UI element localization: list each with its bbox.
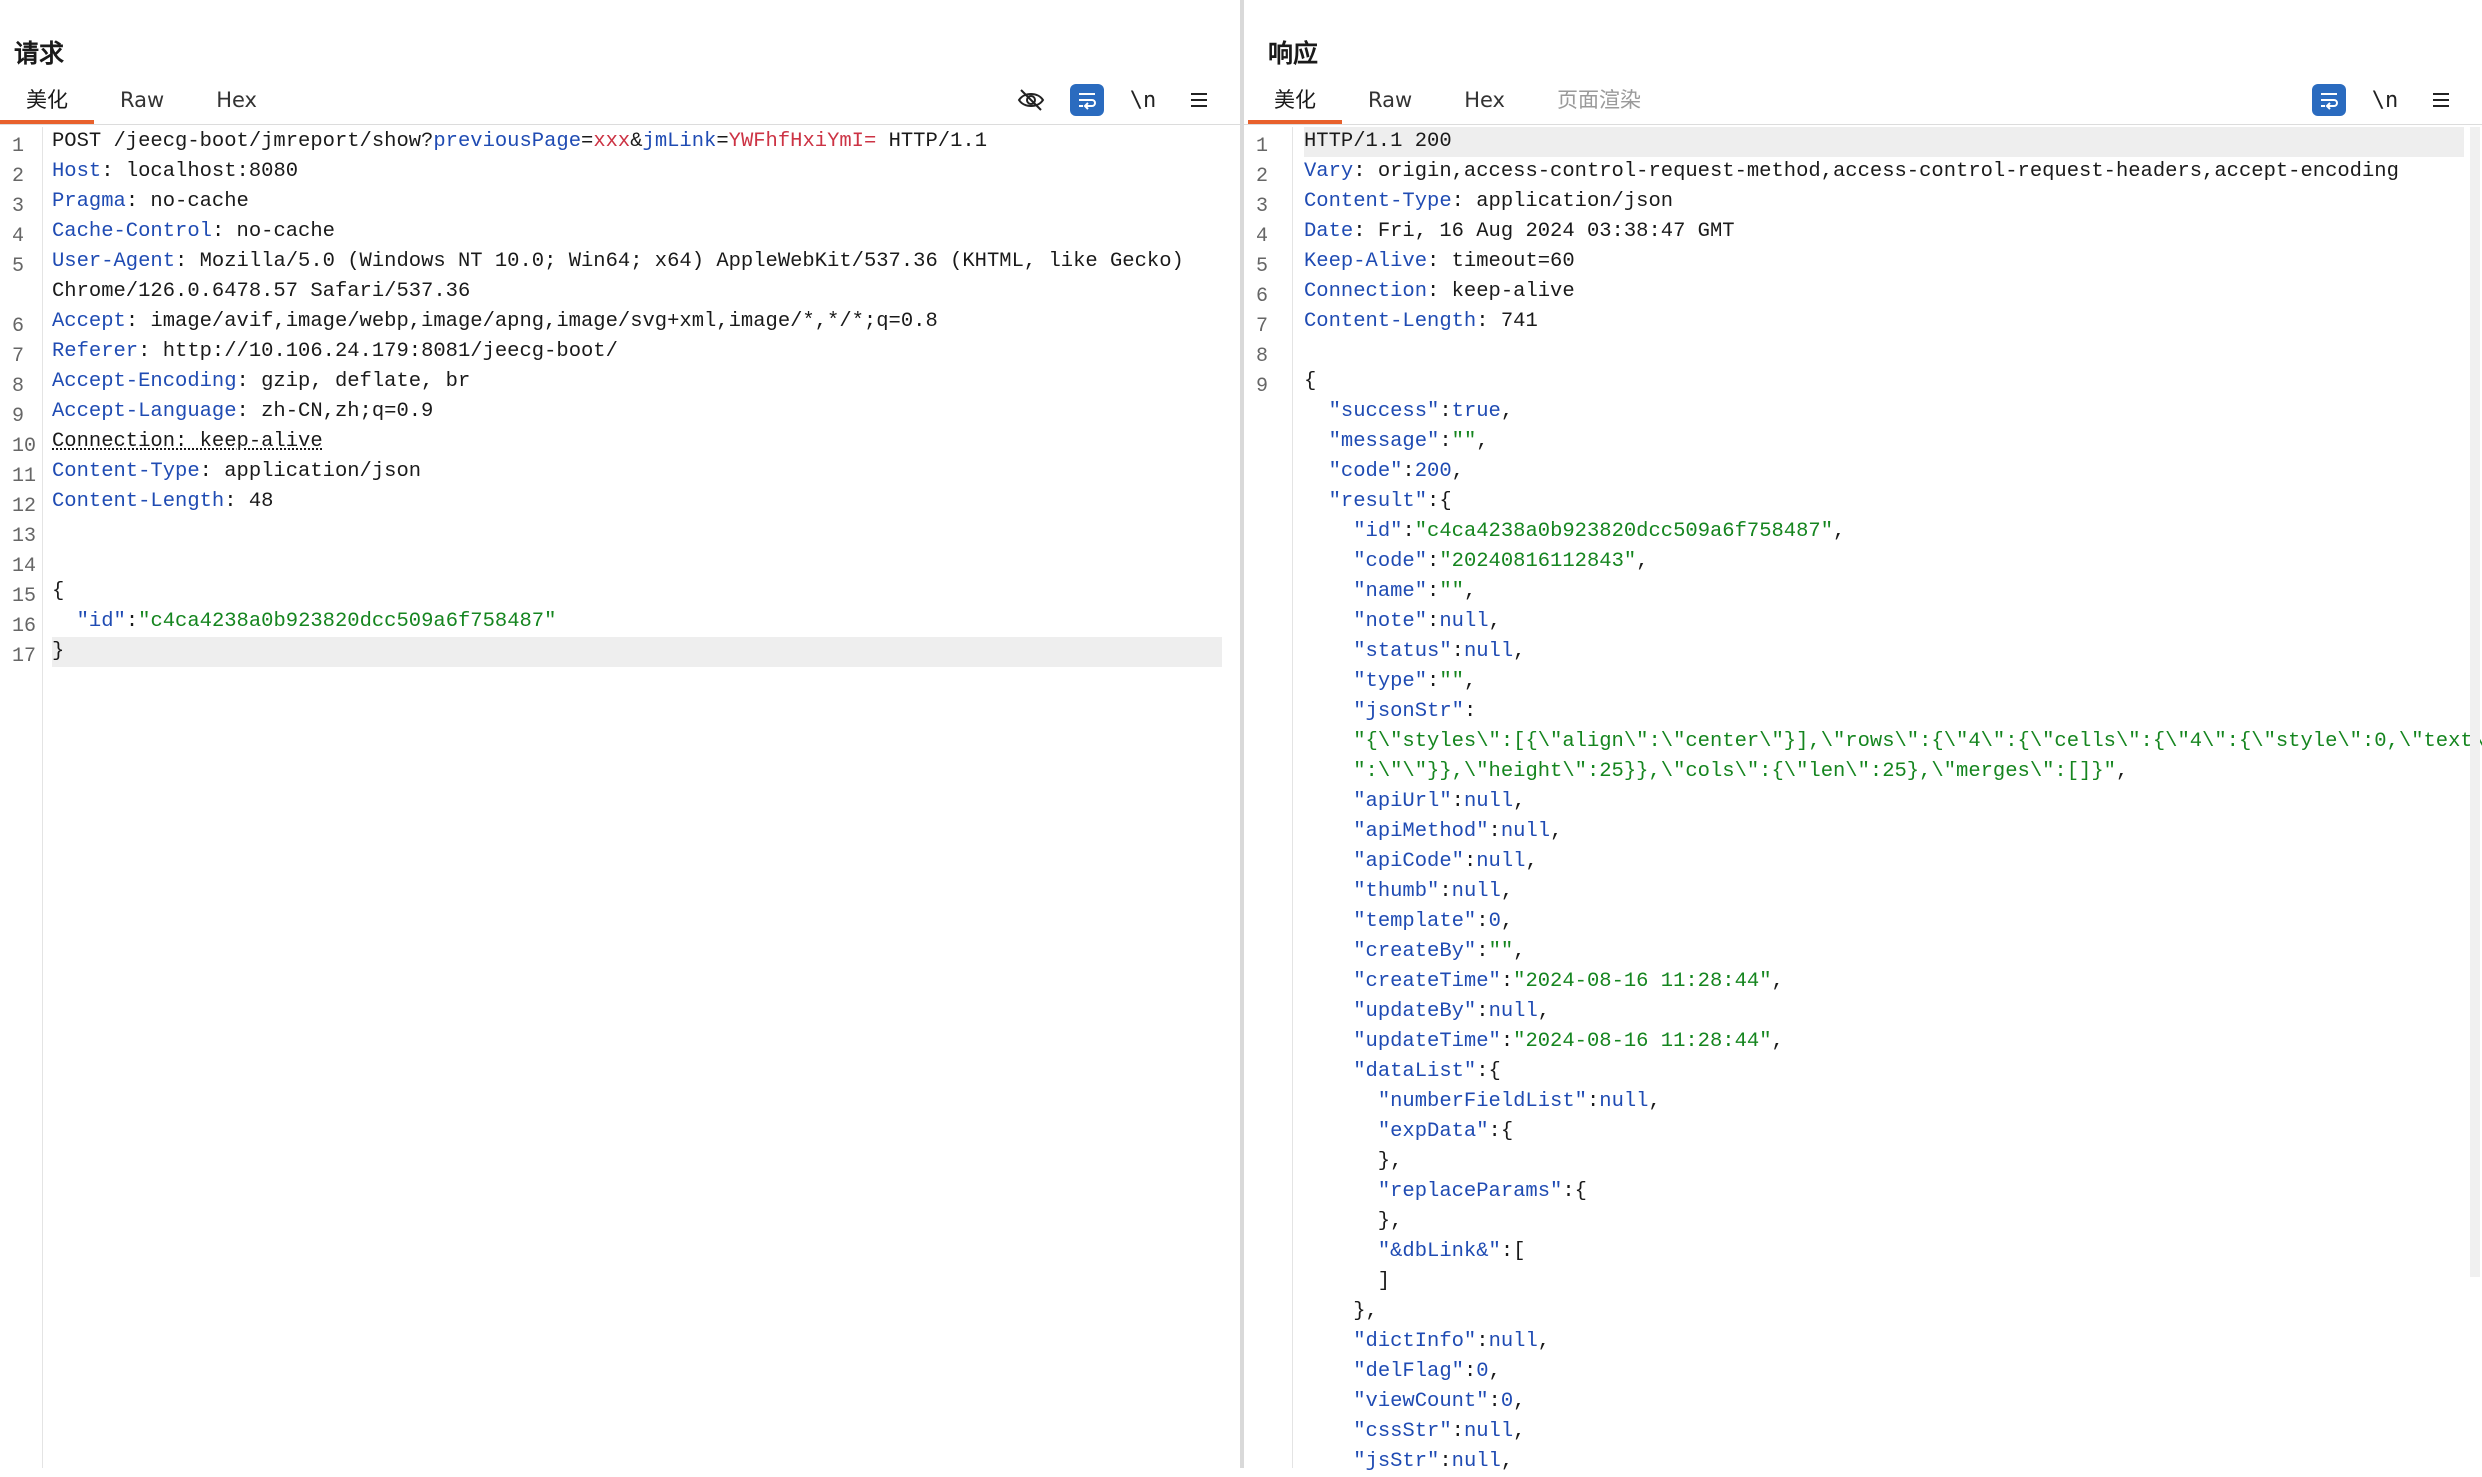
response-line: }, (1304, 1150, 1403, 1173)
response-line: ] (1304, 1270, 1391, 1293)
response-line: "jsStr":null, (1353, 1450, 1514, 1473)
response-line: "viewCount":0, (1353, 1390, 1526, 1413)
response-line: "replaceParams":{ (1377, 1180, 1587, 1203)
response-line: "code":"20240816112843", (1353, 550, 1649, 573)
response-title: 响应 (1268, 39, 1319, 68)
response-line: "&dbLink&":[ (1377, 1240, 1526, 1263)
response-line: "createTime":"2024-08-16 11:28:44", (1353, 970, 1784, 993)
request-line: Accept-Encoding: gzip, deflate, br (52, 370, 471, 393)
request-tabs: 美化 Raw Hex (0, 80, 283, 124)
response-line: "jsonStr": (1353, 700, 1477, 723)
menu-icon[interactable] (2424, 84, 2458, 116)
response-line: "id":"c4ca4238a0b923820dcc509a6f758487", (1353, 520, 1846, 543)
response-line: "message":"", (1328, 430, 1489, 453)
response-editor[interactable]: 1 2 3 4 5 6 7 8 9 HTTP/1.1 200 Vary: ori… (1244, 127, 2482, 1473)
response-line: "dataList":{ (1353, 1060, 1501, 1083)
hide-icon[interactable] (1014, 84, 1048, 116)
response-line: "note":null, (1353, 610, 1501, 633)
response-line: "success":true, (1328, 400, 1514, 423)
response-line: "type":"", (1353, 670, 1477, 693)
newline-toggle[interactable]: \n (2368, 84, 2402, 116)
response-scrollbar[interactable] (2470, 127, 2480, 1277)
request-title: 请求 (14, 39, 65, 68)
response-line: "expData":{ (1377, 1120, 1514, 1143)
request-line: Pragma: no-cache (52, 190, 249, 213)
response-line: Vary: origin,access-control-request-meth… (1304, 160, 2399, 183)
response-line: "name":"", (1353, 580, 1477, 603)
response-line: "numberFieldList":null, (1377, 1090, 1661, 1113)
request-line: Referer: http://10.106.24.179:8081/jeecg… (52, 340, 618, 363)
response-tab-divider (1244, 124, 2482, 125)
request-line: { (52, 580, 65, 603)
response-line: }, (1304, 1300, 1378, 1323)
response-line: }, (1304, 1210, 1403, 1233)
response-line: ":\"\"}},\"height\":25}},\"cols\":{\"len… (1353, 760, 2129, 783)
newline-toggle[interactable]: \n (1126, 84, 1160, 116)
request-editor[interactable]: 1 2 3 4 5 6 7 8 9 10 11 12 13 14 15 16 1… (0, 127, 1240, 1468)
response-tabs: 美化 Raw Hex 页面渲染 (1248, 80, 1667, 124)
request-toolbar: \n (1014, 80, 1216, 120)
response-line: "apiCode":null, (1353, 850, 1538, 873)
response-line: "result":{ (1328, 490, 1452, 513)
response-line: Content-Length: 741 (1304, 310, 1538, 333)
response-tab-raw[interactable]: Raw (1342, 80, 1438, 120)
request-line: Content-Type: application/json (52, 460, 422, 483)
response-tab-render[interactable]: 页面渲染 (1531, 80, 1667, 120)
response-line: "dictInfo":null, (1353, 1330, 1551, 1353)
request-line: User-Agent: Mozilla/5.0 (Windows NT 10.0… (52, 250, 1184, 273)
response-toolbar: \n (2312, 80, 2458, 120)
response-line: { (1304, 370, 1317, 393)
response-pane: 响应 美化 Raw Hex 页面渲染 \n 1 2 3 4 5 6 7 8 9 … (1244, 0, 2482, 1473)
request-gutter: 1 2 3 4 5 6 7 8 9 10 11 12 13 14 15 16 1… (0, 127, 43, 1468)
request-line: "id":"c4ca4238a0b923820dcc509a6f758487" (76, 610, 557, 633)
response-line: "status":null, (1353, 640, 1526, 663)
response-line: "createBy":"", (1353, 940, 1526, 963)
response-line: "{\"styles\":[{\"align\":\"center\"}],\"… (1353, 730, 2482, 753)
request-line: Accept-Language: zh-CN,zh;q=0.9 (52, 400, 434, 423)
request-line: Chrome/126.0.6478.57 Safari/537.36 (52, 280, 471, 303)
request-tab-raw[interactable]: Raw (94, 80, 190, 120)
request-line: POST /jeecg-boot/jmreport/show?previousP… (52, 130, 987, 153)
response-line: Keep-Alive: timeout=60 (1304, 250, 1575, 273)
response-line: "cssStr":null, (1353, 1420, 1526, 1443)
response-gutter: 1 2 3 4 5 6 7 8 9 (1244, 127, 1293, 1468)
request-tab-pretty[interactable]: 美化 (0, 80, 94, 124)
wrap-icon[interactable] (2312, 84, 2346, 116)
response-line: "template":0, (1353, 910, 1514, 933)
response-tab-hex[interactable]: Hex (1438, 80, 1531, 120)
response-line: Content-Type: application/json (1304, 190, 1674, 213)
response-line: "updateBy":null, (1353, 1000, 1551, 1023)
request-line-current: } (52, 637, 1222, 667)
response-line: "apiUrl":null, (1353, 790, 1526, 813)
response-line: HTTP/1.1 200 (1304, 127, 2464, 157)
response-line: "updateTime":"2024-08-16 11:28:44", (1353, 1030, 1784, 1053)
request-line: Connection: keep-alive (52, 430, 323, 453)
request-pane: 请求 美化 Raw Hex \n 1 2 3 4 5 6 7 8 9 10 11 (0, 0, 1240, 1468)
response-line: "thumb":null, (1353, 880, 1514, 903)
request-line: Cache-Control: no-cache (52, 220, 335, 243)
response-line: "code":200, (1328, 460, 1464, 483)
request-line: Host: localhost:8080 (52, 160, 299, 183)
response-line: "delFlag":0, (1353, 1360, 1501, 1383)
request-tab-hex[interactable]: Hex (190, 80, 283, 120)
menu-icon[interactable] (1182, 84, 1216, 116)
response-line: Connection: keep-alive (1304, 280, 1575, 303)
request-line: Accept: image/avif,image/webp,image/apng… (52, 310, 938, 333)
wrap-icon[interactable] (1070, 84, 1104, 116)
request-line: Content-Length: 48 (52, 490, 274, 513)
response-line: "apiMethod":null, (1353, 820, 1563, 843)
response-line: Date: Fri, 16 Aug 2024 03:38:47 GMT (1304, 220, 1735, 243)
response-tab-pretty[interactable]: 美化 (1248, 80, 1342, 124)
request-tab-divider (0, 124, 1240, 125)
